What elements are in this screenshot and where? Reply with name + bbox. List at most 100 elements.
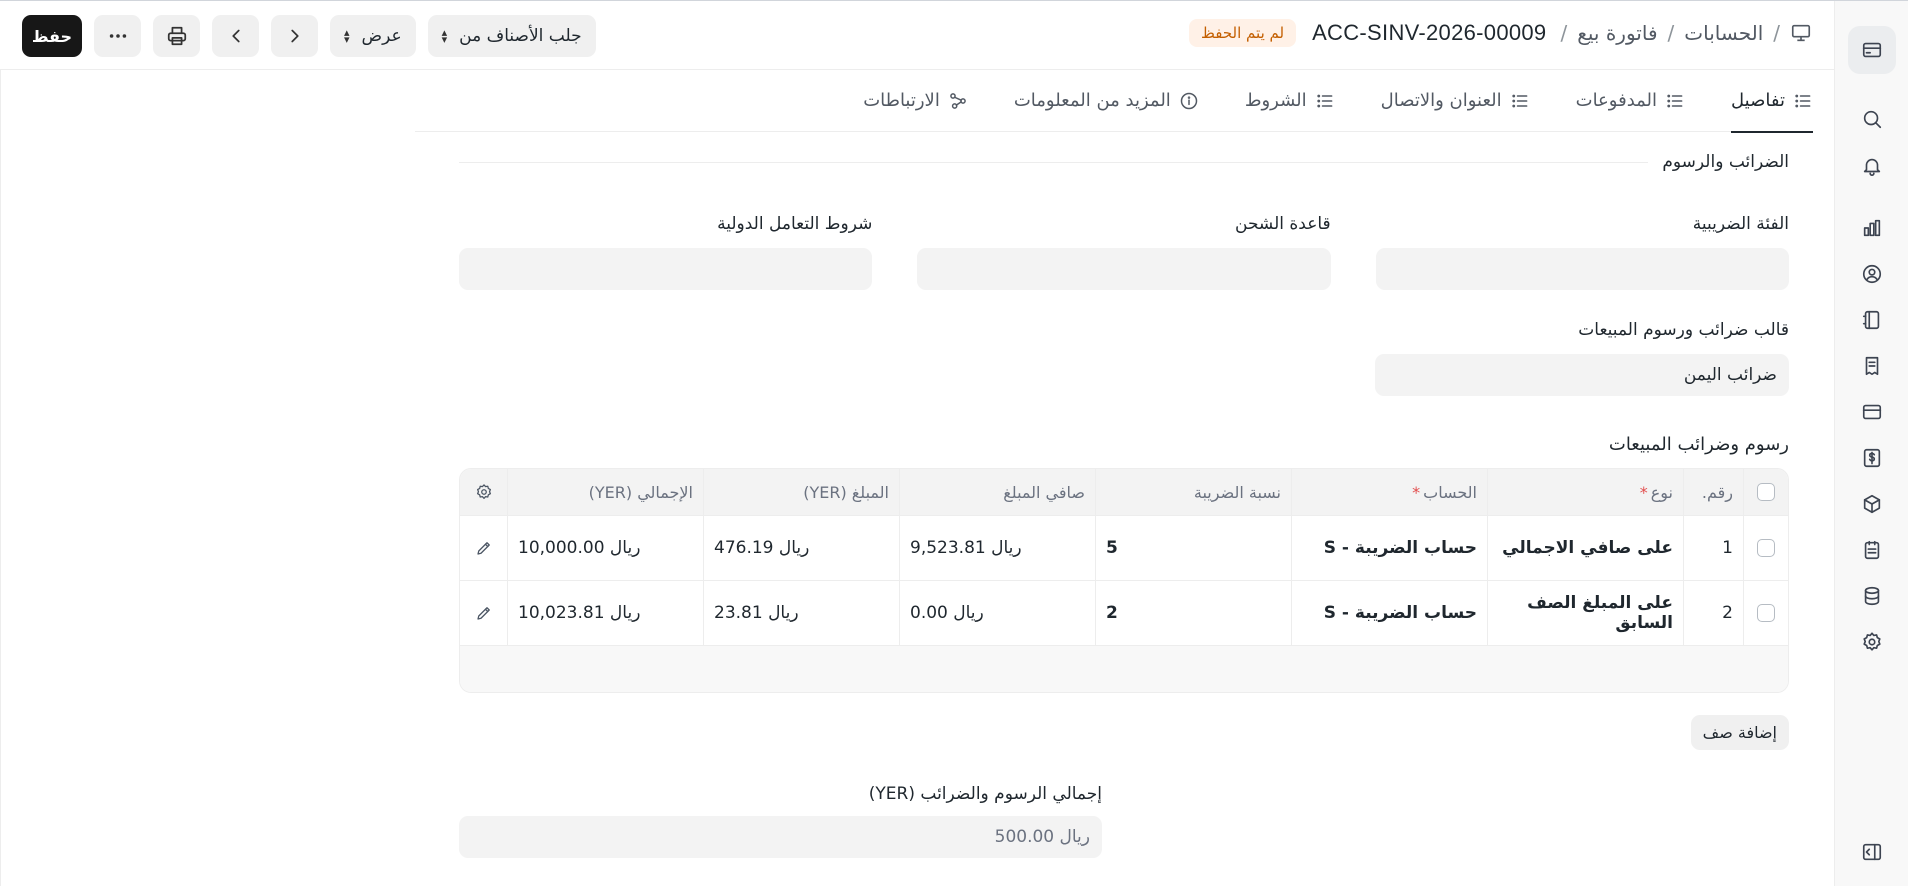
- breadcrumb: / الحسابات / فاتورة بيع / ACC-SINV-2026-…: [1189, 19, 1812, 47]
- section-divider: [459, 161, 1649, 163]
- row-net-amount: ريال 0.00: [899, 581, 1095, 645]
- updown-chevron-icon: ▴ ▾: [344, 26, 350, 46]
- status-badge: لم يتم الحفظ: [1189, 19, 1297, 47]
- previous-doc-button[interactable]: [212, 15, 259, 57]
- header-select-cell: [1743, 469, 1788, 515]
- row-total: ريال 10,023.81: [507, 581, 703, 645]
- row-amount[interactable]: ريال 23.81: [703, 581, 899, 645]
- header-account: الحساب *: [1291, 469, 1487, 515]
- receipt-icon[interactable]: [1858, 352, 1886, 380]
- app-switcher-button[interactable]: [1847, 26, 1896, 74]
- pencil-icon: [477, 607, 490, 620]
- tab-label: الارتباطات: [863, 90, 940, 111]
- row-rate[interactable]: 2: [1095, 581, 1291, 645]
- row-edit-button[interactable]: [461, 581, 507, 645]
- tab-address-contact[interactable]: العنوان والاتصال: [1381, 70, 1530, 132]
- shipping-rule-field: قاعدة الشحن: [917, 214, 1331, 290]
- side-panel: [0, 70, 415, 886]
- row-select-cell: [1743, 516, 1788, 580]
- gear-icon: [476, 484, 492, 500]
- tab-terms[interactable]: الشروط: [1245, 70, 1335, 132]
- header-type-label: نوع: [1650, 482, 1673, 502]
- table-row[interactable]: 1 على صافي الاجمالي حساب الضريبة - S 5 ر…: [460, 516, 1788, 581]
- chevron-right-icon: [290, 29, 299, 43]
- table-header-row: رقم. نوع * الحساب * نسبة الضريبة صافي المب…: [460, 469, 1788, 516]
- breadcrumb-separator: /: [1560, 21, 1568, 45]
- table-row[interactable]: 2 على المبلغ الصف السابق حساب الضريبة - …: [460, 581, 1788, 646]
- more-dots-icon: [109, 34, 126, 38]
- row-checkbox[interactable]: [1757, 604, 1775, 622]
- tax-fields-row: الفئة الضريبية قاعدة الشحن شروط التعامل …: [459, 214, 1789, 290]
- incoterm-label: شروط التعامل الدولية: [717, 214, 873, 234]
- sidebar-toggle-icon[interactable]: [1858, 838, 1886, 866]
- next-doc-button[interactable]: [271, 15, 318, 57]
- app-card-icon: [1862, 42, 1881, 58]
- package-icon[interactable]: [1858, 490, 1886, 518]
- row-type[interactable]: على المبلغ الصف السابق: [1487, 581, 1683, 645]
- section-title: الضرائب والرسوم: [1662, 152, 1789, 172]
- breadcrumb-sales-invoice[interactable]: فاتورة بيع: [1577, 21, 1657, 45]
- clipboard-icon[interactable]: [1858, 536, 1886, 564]
- header-no: رقم.: [1683, 469, 1743, 515]
- header-amount: المبلغ (YER): [703, 469, 899, 515]
- tab-details[interactable]: تفاصيل: [1731, 70, 1813, 133]
- row-account[interactable]: حساب الضريبة - S: [1291, 516, 1487, 580]
- dollar-icon[interactable]: [1858, 444, 1886, 472]
- tax-category-field: الفئة الضريبية: [1375, 214, 1789, 290]
- column-settings-button[interactable]: [461, 469, 507, 515]
- breadcrumb-accounts[interactable]: الحسابات: [1684, 21, 1763, 45]
- tab-label: المزيد من المعلومات: [1013, 90, 1171, 111]
- notification-bell-icon[interactable]: [1858, 152, 1886, 180]
- tab-label: تفاصيل: [1731, 90, 1785, 111]
- list-icon: [1795, 94, 1811, 107]
- required-marker: *: [1412, 482, 1421, 502]
- header-total: الإجمالي (YER): [507, 469, 703, 515]
- list-icon: [1511, 94, 1528, 107]
- taxes-table: رقم. نوع * الحساب * نسبة الضريبة صافي المب…: [459, 468, 1789, 693]
- card-icon[interactable]: [1858, 398, 1886, 426]
- shipping-rule-input[interactable]: [917, 248, 1331, 290]
- view-dropdown-label: عرض: [361, 26, 402, 46]
- header-actions: حفظ عرض ▴ ▾ جلب الأصناف من ▴ ▾: [22, 15, 596, 57]
- chart-icon[interactable]: [1858, 214, 1886, 242]
- notebook-icon[interactable]: [1858, 306, 1886, 334]
- taxes-template-input[interactable]: ضرائب اليمن: [1375, 354, 1789, 396]
- tax-category-input[interactable]: [1375, 248, 1789, 290]
- table-footer: [460, 646, 1788, 692]
- user-circle-icon[interactable]: [1858, 260, 1886, 288]
- header-type: نوع *: [1487, 469, 1683, 515]
- database-icon[interactable]: [1858, 582, 1886, 610]
- tax-category-label: الفئة الضريبية: [1692, 214, 1789, 234]
- info-icon: [1180, 92, 1198, 109]
- desktop-icon[interactable]: [1790, 22, 1812, 44]
- row-amount[interactable]: ريال 476.19: [703, 516, 899, 580]
- view-dropdown[interactable]: عرض ▴ ▾: [330, 15, 416, 57]
- tab-more-info[interactable]: المزيد من المعلومات: [1014, 70, 1199, 132]
- settings-gear-icon[interactable]: [1858, 628, 1886, 656]
- tab-payments[interactable]: المدفوعات: [1576, 70, 1685, 132]
- save-button[interactable]: حفظ: [22, 15, 82, 57]
- row-type[interactable]: على صافي الاجمالي: [1487, 516, 1683, 580]
- row-total: ريال 10,000.00: [507, 516, 703, 580]
- row-no: 2: [1683, 581, 1743, 645]
- form-content: الضرائب والرسوم الفئة الضريبية قاعدة الش…: [459, 132, 1789, 858]
- list-icon: [1316, 94, 1333, 107]
- row-account[interactable]: حساب الضريبة - S: [1291, 581, 1487, 645]
- shipping-rule-label: قاعدة الشحن: [1235, 214, 1331, 234]
- row-edit-button[interactable]: [461, 516, 507, 580]
- select-all-checkbox[interactable]: [1757, 483, 1775, 501]
- section-taxes-charges: الضرائب والرسوم: [459, 152, 1789, 172]
- get-items-from-dropdown[interactable]: جلب الأصناف من ▴ ▾: [427, 15, 596, 57]
- search-icon[interactable]: [1858, 105, 1886, 133]
- incoterm-input[interactable]: [459, 248, 873, 290]
- sidebar-rail: [1834, 1, 1908, 886]
- chevron-left-icon: [231, 29, 240, 43]
- print-button[interactable]: [153, 15, 200, 57]
- row-checkbox[interactable]: [1757, 539, 1775, 557]
- header-account-label: الحساب: [1423, 482, 1477, 502]
- add-row-button[interactable]: إضافة صف: [1690, 715, 1789, 750]
- more-actions-button[interactable]: [94, 15, 141, 57]
- required-marker: *: [1639, 482, 1648, 502]
- tab-connections[interactable]: الارتباطات: [863, 70, 968, 132]
- row-rate[interactable]: 5: [1095, 516, 1291, 580]
